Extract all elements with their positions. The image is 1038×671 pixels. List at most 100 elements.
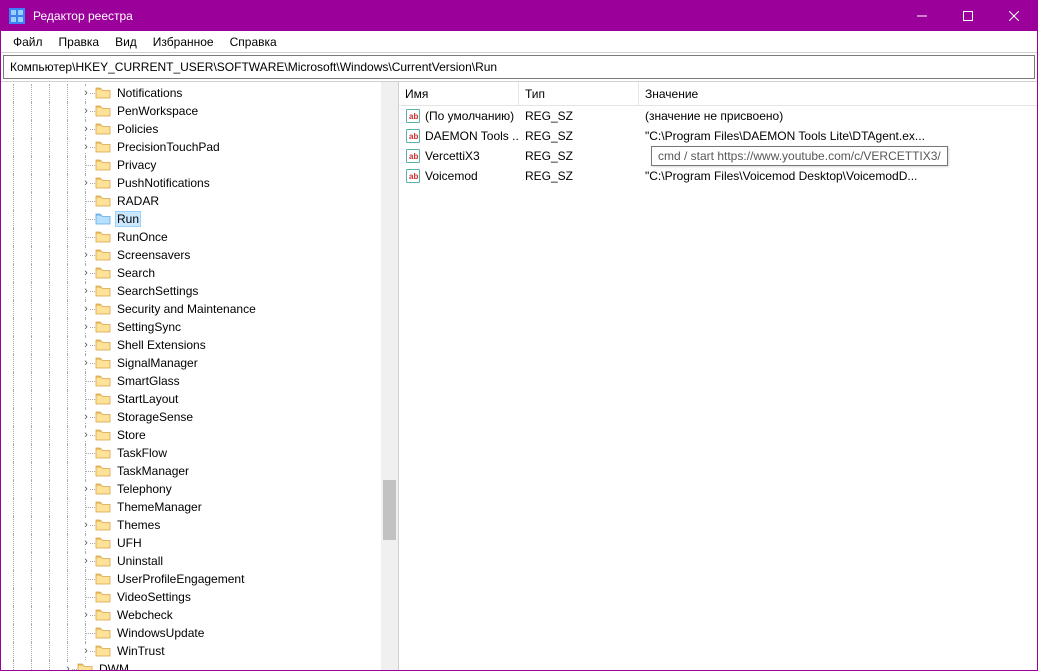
folder-icon — [95, 338, 111, 352]
tree-node[interactable]: › Uninstall — [5, 552, 398, 570]
expand-icon[interactable]: › — [83, 339, 89, 351]
expand-icon[interactable]: › — [83, 519, 89, 531]
tree-node[interactable]: › Security and Maintenance — [5, 300, 398, 318]
tree-node[interactable]: TaskFlow — [5, 444, 398, 462]
tree-node[interactable]: › PenWorkspace — [5, 102, 398, 120]
expand-icon[interactable]: › — [83, 429, 89, 441]
scroll-thumb[interactable] — [383, 480, 396, 540]
expand-icon[interactable]: › — [83, 177, 89, 189]
tree-node[interactable]: Privacy — [5, 156, 398, 174]
expand-icon[interactable]: › — [83, 609, 89, 621]
tree-node[interactable]: › PushNotifications — [5, 174, 398, 192]
expand-icon[interactable]: › — [83, 105, 89, 117]
tree-node-label: ThemeManager — [115, 500, 204, 514]
reg-string-icon: ab — [405, 128, 421, 144]
reg-string-icon: ab — [405, 168, 421, 184]
tree-node[interactable]: › Themes — [5, 516, 398, 534]
address-bar[interactable]: Компьютер\HKEY_CURRENT_USER\SOFTWARE\Mic… — [3, 55, 1035, 79]
menu-file[interactable]: Файл — [5, 33, 51, 51]
column-name[interactable]: Имя — [399, 82, 519, 105]
tree-node[interactable]: › SignalManager — [5, 354, 398, 372]
folder-icon — [95, 320, 111, 334]
folder-icon — [95, 158, 111, 172]
tree-node[interactable]: › Webcheck — [5, 606, 398, 624]
value-name: DAEMON Tools ... — [425, 129, 519, 143]
window-controls — [899, 1, 1037, 31]
tree-node[interactable]: › Store — [5, 426, 398, 444]
value-data: "C:\Program Files\DAEMON Tools Lite\DTAg… — [639, 129, 1037, 143]
address-text: Компьютер\HKEY_CURRENT_USER\SOFTWARE\Mic… — [10, 60, 497, 74]
tree-node[interactable]: › Shell Extensions — [5, 336, 398, 354]
tree-scrollbar[interactable] — [381, 82, 398, 670]
expand-icon[interactable]: › — [83, 141, 89, 153]
tree-node[interactable]: RADAR — [5, 192, 398, 210]
values-list[interactable]: ab (По умолчанию)REG_SZ(значение не прис… — [399, 106, 1037, 670]
value-row[interactable]: ab VoicemodREG_SZ"C:\Program Files\Voice… — [399, 166, 1037, 186]
tree-node-label: Security and Maintenance — [115, 302, 258, 316]
folder-icon — [95, 284, 111, 298]
expand-icon[interactable]: › — [83, 123, 89, 135]
tree-node[interactable]: Run — [5, 210, 398, 228]
expand-icon[interactable]: › — [83, 249, 89, 261]
tree-node[interactable]: › StorageSense — [5, 408, 398, 426]
tree-node-label: PrecisionTouchPad — [115, 140, 222, 154]
expand-icon[interactable]: › — [83, 321, 89, 333]
expand-icon[interactable]: › — [65, 663, 71, 670]
tree-node[interactable]: › UFH — [5, 534, 398, 552]
expand-icon[interactable]: › — [83, 537, 89, 549]
tree-node-label: Screensavers — [115, 248, 192, 262]
tree-node[interactable]: ThemeManager — [5, 498, 398, 516]
minimize-button[interactable] — [899, 1, 945, 31]
expand-icon[interactable]: › — [83, 411, 89, 423]
tree-node[interactable]: › Search — [5, 264, 398, 282]
tree-node[interactable]: RunOnce — [5, 228, 398, 246]
expand-icon[interactable]: › — [83, 267, 89, 279]
tree-node[interactable]: › Notifications — [5, 84, 398, 102]
tree-node[interactable]: WindowsUpdate — [5, 624, 398, 642]
tree-node[interactable]: › PrecisionTouchPad — [5, 138, 398, 156]
folder-icon — [95, 590, 111, 604]
menu-view[interactable]: Вид — [107, 33, 145, 51]
menu-help[interactable]: Справка — [222, 33, 285, 51]
tree-node[interactable]: TaskManager — [5, 462, 398, 480]
expand-icon[interactable]: › — [83, 303, 89, 315]
tree-node[interactable]: UserProfileEngagement — [5, 570, 398, 588]
tree-node[interactable]: › SettingSync — [5, 318, 398, 336]
tree-node[interactable]: VideoSettings — [5, 588, 398, 606]
tree-node[interactable]: › Telephony — [5, 480, 398, 498]
folder-icon — [95, 500, 111, 514]
value-row[interactable]: ab (По умолчанию)REG_SZ(значение не прис… — [399, 106, 1037, 126]
tree-node[interactable]: › DWM — [5, 660, 398, 670]
tree-node-label: SettingSync — [115, 320, 183, 334]
value-row[interactable]: ab DAEMON Tools ...REG_SZ"C:\Program Fil… — [399, 126, 1037, 146]
folder-icon — [95, 410, 111, 424]
values-panel: Имя Тип Значение ab (По умолчанию)REG_SZ… — [399, 82, 1037, 670]
expand-icon[interactable]: › — [83, 483, 89, 495]
tree-node-label: Policies — [115, 122, 160, 136]
value-type: REG_SZ — [519, 149, 639, 163]
expand-icon[interactable]: › — [83, 285, 89, 297]
value-type: REG_SZ — [519, 169, 639, 183]
value-data: "C:\Program Files\Voicemod Desktop\Voice… — [639, 169, 1037, 183]
svg-text:ab: ab — [409, 132, 418, 141]
tree-node[interactable]: › SearchSettings — [5, 282, 398, 300]
column-type[interactable]: Тип — [519, 82, 639, 105]
svg-text:ab: ab — [409, 112, 418, 121]
column-value[interactable]: Значение — [639, 82, 1037, 105]
value-type: REG_SZ — [519, 109, 639, 123]
expand-icon[interactable]: › — [83, 357, 89, 369]
tree-node[interactable]: StartLayout — [5, 390, 398, 408]
close-button[interactable] — [991, 1, 1037, 31]
tree-node[interactable]: SmartGlass — [5, 372, 398, 390]
expand-icon[interactable]: › — [83, 87, 89, 99]
expand-icon[interactable]: › — [83, 555, 89, 567]
registry-tree[interactable]: › Notifications› PenWorkspace› Policies›… — [1, 82, 398, 670]
maximize-button[interactable] — [945, 1, 991, 31]
menu-edit[interactable]: Правка — [51, 33, 108, 51]
tree-node[interactable]: › Screensavers — [5, 246, 398, 264]
menu-favorites[interactable]: Избранное — [145, 33, 222, 51]
expand-icon[interactable]: › — [83, 645, 89, 657]
tree-node[interactable]: › Policies — [5, 120, 398, 138]
tree-node[interactable]: › WinTrust — [5, 642, 398, 660]
tree-node-label: Notifications — [115, 86, 184, 100]
